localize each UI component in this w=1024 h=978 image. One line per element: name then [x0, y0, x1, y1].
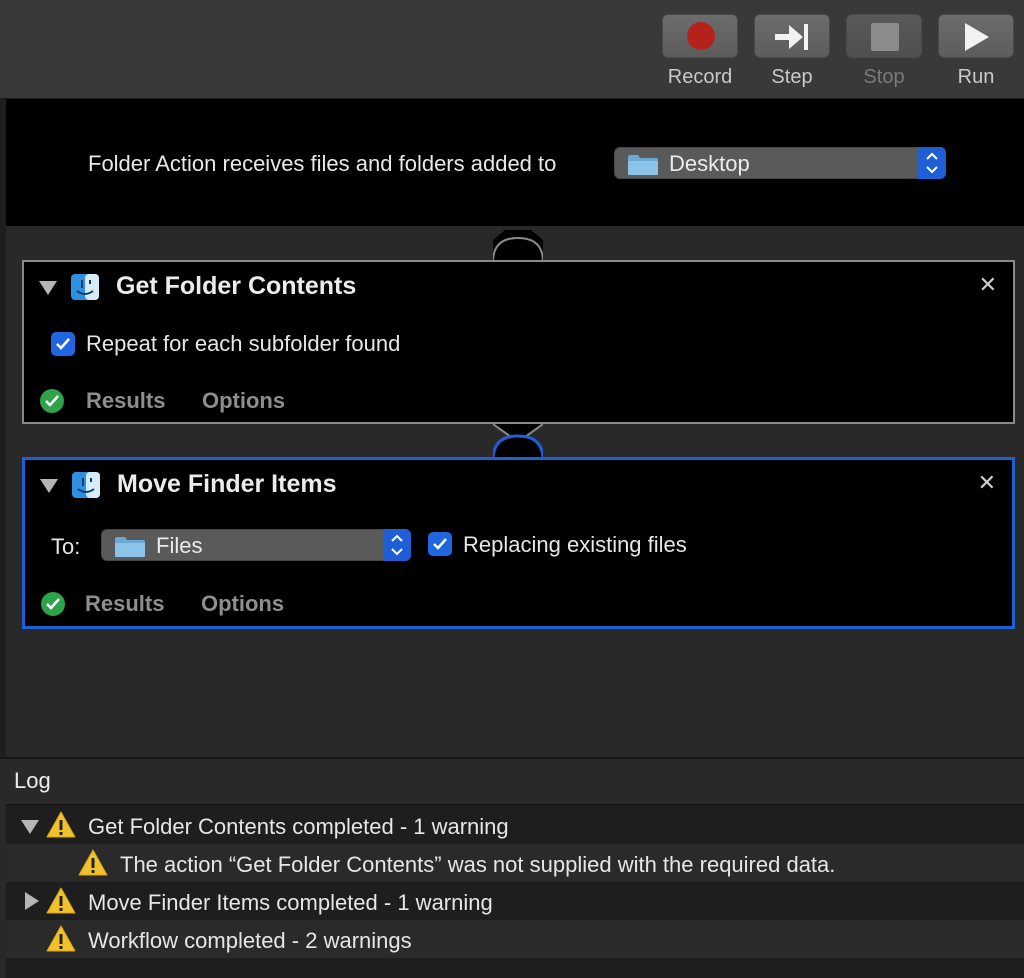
popup-chevron-icon	[383, 529, 411, 561]
checkmark-icon	[56, 338, 70, 350]
results-tab[interactable]: Results	[86, 388, 165, 414]
checkmark-icon	[433, 538, 447, 550]
folder-popup[interactable]: Desktop	[614, 147, 946, 179]
finder-icon	[71, 274, 99, 300]
replace-existing-checkbox[interactable]	[428, 532, 452, 556]
options-tab[interactable]: Options	[201, 591, 284, 617]
folder-popup-value: Desktop	[669, 151, 750, 176]
record-button[interactable]: Record	[662, 14, 738, 89]
log-row[interactable]: The action “Get Folder Contents” was not…	[6, 844, 1024, 882]
folder-icon	[115, 537, 145, 557]
log-entry-text: Workflow completed - 2 warnings	[88, 928, 412, 953]
stop-label: Stop	[863, 66, 905, 88]
close-icon[interactable]: ✕	[978, 470, 996, 496]
log-entry-text: The action “Get Folder Contents” was not…	[120, 852, 836, 877]
destination-popup-value: Files	[156, 533, 203, 558]
action-get-folder-contents[interactable]: Get Folder Contents ✕ Repeat for each su…	[22, 260, 1015, 424]
log-list: Get Folder Contents completed - 1 warnin…	[6, 804, 1024, 978]
action-title: Get Folder Contents	[116, 272, 357, 300]
log-row[interactable]: Move Finder Items completed - 1 warning	[6, 882, 1024, 920]
toolbar: Record Step Stop Run	[0, 0, 1024, 99]
results-tab[interactable]: Results	[85, 591, 164, 617]
success-check-icon	[40, 389, 64, 413]
replace-existing-label: Replacing existing files	[463, 532, 687, 557]
log-row[interactable]: Workflow completed - 2 warnings	[6, 920, 1024, 958]
warning-icon	[46, 925, 76, 952]
options-tab[interactable]: Options	[202, 388, 285, 414]
success-check-icon	[41, 592, 65, 616]
disclosure-triangle-icon[interactable]	[40, 479, 58, 493]
step-icon	[775, 24, 808, 50]
log-row[interactable]: Get Folder Contents completed - 1 warnin…	[6, 806, 1024, 844]
repeat-subfolder-label: Repeat for each subfolder found	[86, 331, 401, 356]
stop-icon	[871, 23, 899, 51]
close-icon[interactable]: ✕	[979, 272, 997, 298]
repeat-subfolder-checkbox[interactable]	[51, 332, 75, 356]
log-entry-text: Move Finder Items completed - 1 warning	[88, 890, 493, 915]
step-button[interactable]: Step	[754, 14, 830, 89]
stop-button[interactable]: Stop	[846, 14, 922, 89]
connector-1	[493, 230, 543, 264]
record-label: Record	[667, 66, 733, 88]
log-entry-text: Get Folder Contents completed - 1 warnin…	[88, 814, 509, 839]
run-label: Run	[957, 66, 995, 88]
disclosure-triangle-icon[interactable]	[39, 281, 57, 295]
disclosure-triangle-icon[interactable]	[25, 892, 39, 910]
disclosure-triangle-icon[interactable]	[21, 820, 39, 834]
warning-icon	[46, 811, 76, 838]
warning-icon	[46, 887, 76, 914]
workflow-header: Folder Action receives files and folders…	[6, 99, 1024, 226]
connector-2	[493, 423, 543, 461]
log-splitter[interactable]	[0, 757, 1024, 759]
play-icon	[965, 23, 989, 51]
popup-chevron-icon	[918, 147, 946, 179]
folder-icon	[628, 155, 658, 175]
run-button[interactable]: Run	[938, 14, 1014, 89]
warning-icon	[78, 849, 108, 876]
destination-popup[interactable]: Files	[101, 529, 411, 561]
log-title: Log	[14, 768, 51, 793]
step-label: Step	[771, 66, 813, 88]
to-label: To:	[51, 534, 81, 559]
action-title: Move Finder Items	[117, 470, 337, 498]
record-icon	[687, 22, 715, 50]
receives-label: Folder Action receives files and folders…	[88, 151, 557, 176]
action-move-finder-items[interactable]: Move Finder Items ✕ To: Files Replacing …	[22, 457, 1015, 629]
finder-icon	[72, 472, 100, 498]
